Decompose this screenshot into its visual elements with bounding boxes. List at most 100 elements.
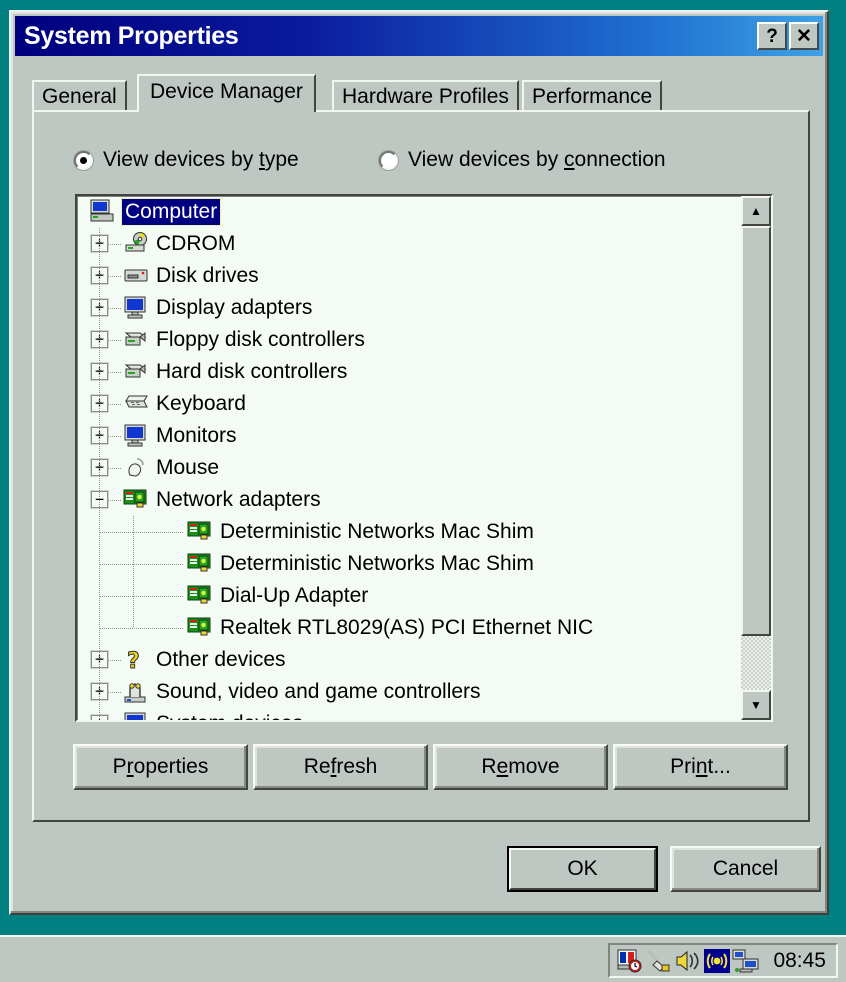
device-tree-rows: Computer+CDROM+Disk drives+Display adapt…: [77, 196, 745, 720]
device-tree-row-label[interactable]: Network adapters: [156, 488, 321, 512]
scrollbar-up-icon[interactable]: ▲: [741, 196, 771, 226]
properties-button-label: Properties: [112, 755, 209, 778]
device-tree-row[interactable]: Deterministic Networks Mac Shim: [77, 516, 745, 548]
device-tree-row[interactable]: +Disk drives: [77, 260, 745, 292]
tree-connector: [108, 500, 122, 501]
volume-speaker-icon[interactable]: [674, 948, 702, 974]
controller-icon: [123, 359, 151, 385]
disk-drive-icon: [123, 263, 151, 289]
device-tree-row-label[interactable]: Computer: [120, 198, 222, 226]
monitor-icon: [123, 711, 151, 720]
monitor-icon: [123, 423, 151, 449]
radio-indicator-connection[interactable]: [379, 150, 398, 170]
device-tree-row[interactable]: +CDROM: [77, 228, 745, 260]
device-tree-row[interactable]: +Display adapters: [77, 292, 745, 324]
device-tree-row-label[interactable]: Disk drives: [156, 264, 259, 288]
device-tree-row-label[interactable]: Deterministic Networks Mac Shim: [220, 520, 534, 544]
print-button-label: Print...: [670, 755, 731, 778]
device-tree-row[interactable]: +Monitors: [77, 420, 745, 452]
tree-trunk-line: [99, 228, 100, 720]
device-tree-row-label[interactable]: Mouse: [156, 456, 219, 480]
radio-view-devices-by-connection[interactable]: View devices by connection: [379, 148, 666, 172]
controller-icon: [123, 327, 151, 353]
remove-button[interactable]: Remove: [433, 744, 608, 790]
device-tree-row-label[interactable]: Sound, video and game controllers: [156, 680, 481, 704]
device-tree-row-label[interactable]: Keyboard: [156, 392, 246, 416]
tree-connector: [100, 596, 184, 597]
device-tree-row[interactable]: +?Other devices: [77, 644, 745, 676]
title-bar[interactable]: System Properties ? ✕: [15, 16, 823, 56]
device-tree-row-label[interactable]: Dial-Up Adapter: [220, 584, 368, 608]
system-tray: 08:45: [608, 943, 838, 978]
device-tree-row-label[interactable]: Hard disk controllers: [156, 360, 347, 384]
taskbar-clock[interactable]: 08:45: [773, 949, 826, 973]
radio-indicator-type[interactable]: [74, 150, 93, 170]
tree-connector: [108, 340, 122, 341]
device-tree-row[interactable]: +Sound, video and game controllers: [77, 676, 745, 708]
system-properties-dialog: System Properties ? ✕ General Device Man…: [9, 10, 829, 915]
network-card-icon: [187, 583, 215, 609]
device-tree-row[interactable]: Realtek RTL8029(AS) PCI Ethernet NIC: [77, 612, 745, 644]
device-tree-scrollbar[interactable]: ▲ ▼: [741, 196, 771, 720]
properties-button[interactable]: Properties: [73, 744, 248, 790]
network-card-icon: [187, 551, 215, 577]
tab-general[interactable]: General: [32, 80, 127, 112]
tree-connector: [108, 692, 122, 693]
ok-button[interactable]: OK: [507, 846, 658, 892]
scrollbar-thumb[interactable]: [741, 226, 771, 636]
device-tree-row[interactable]: +Hard disk controllers: [77, 356, 745, 388]
device-tree-row-label[interactable]: Monitors: [156, 424, 237, 448]
device-tree-row[interactable]: +Floppy disk controllers: [77, 324, 745, 356]
tree-connector: [100, 564, 184, 565]
cdrom-icon: [123, 231, 151, 257]
refresh-button[interactable]: Refresh: [253, 744, 428, 790]
tab-device-manager[interactable]: Device Manager: [137, 74, 316, 112]
tree-connector: [108, 244, 122, 245]
device-tree-row[interactable]: Dial-Up Adapter: [77, 580, 745, 612]
device-tree-row[interactable]: +System devices: [77, 708, 745, 720]
computer-icon: [89, 199, 117, 225]
tree-connector: [108, 468, 122, 469]
remove-button-label: Remove: [481, 755, 560, 778]
network-card-icon: [187, 519, 215, 545]
tree-connector: [100, 628, 184, 629]
scrollbar-down-icon[interactable]: ▼: [741, 690, 771, 720]
tree-connector: [100, 532, 184, 533]
tree-branch-line: [133, 516, 134, 628]
svg-text:?: ?: [127, 649, 140, 673]
wireless-signal-icon[interactable]: [703, 948, 731, 974]
scrollbar-track[interactable]: [741, 226, 771, 690]
network-card-icon: [123, 487, 151, 513]
network-computers-icon[interactable]: [732, 948, 760, 974]
device-tree-listbox[interactable]: Computer+CDROM+Disk drives+Display adapt…: [75, 194, 773, 722]
network-card-icon: [187, 615, 215, 641]
dialup-connection-icon[interactable]: [645, 948, 673, 974]
device-tree-row-label[interactable]: System devices: [156, 712, 303, 720]
device-tree-row[interactable]: Computer: [77, 196, 745, 228]
device-tree-row[interactable]: +Mouse: [77, 452, 745, 484]
tree-connector: [108, 660, 122, 661]
device-tree-row-label[interactable]: Floppy disk controllers: [156, 328, 365, 352]
taskbar: 08:45: [0, 935, 846, 982]
device-tree-row[interactable]: −Network adapters: [77, 484, 745, 516]
device-tree-row[interactable]: +Keyboard: [77, 388, 745, 420]
radio-view-devices-by-type[interactable]: View devices by type: [74, 148, 299, 172]
radio-label-type: View devices by type: [103, 148, 299, 171]
tab-performance[interactable]: Performance: [522, 80, 663, 112]
device-tree-row-label[interactable]: Deterministic Networks Mac Shim: [220, 552, 534, 576]
help-icon[interactable]: ?: [757, 22, 787, 50]
tree-connector: [108, 372, 122, 373]
task-scheduler-icon[interactable]: [616, 948, 644, 974]
device-tree-row-label[interactable]: Display adapters: [156, 296, 312, 320]
ok-button-label: OK: [509, 848, 656, 890]
cancel-button[interactable]: Cancel: [670, 846, 821, 892]
tab-hardware-profiles[interactable]: Hardware Profiles: [332, 80, 519, 112]
device-tree-row-label[interactable]: CDROM: [156, 232, 235, 256]
device-tree-row-label[interactable]: Realtek RTL8029(AS) PCI Ethernet NIC: [220, 616, 593, 640]
device-tree-row-label[interactable]: Other devices: [156, 648, 286, 672]
print-button[interactable]: Print...: [613, 744, 788, 790]
device-tree-row[interactable]: Deterministic Networks Mac Shim: [77, 548, 745, 580]
window-title: System Properties: [24, 21, 239, 50]
radio-label-connection: View devices by connection: [408, 148, 666, 171]
close-icon[interactable]: ✕: [789, 22, 819, 50]
